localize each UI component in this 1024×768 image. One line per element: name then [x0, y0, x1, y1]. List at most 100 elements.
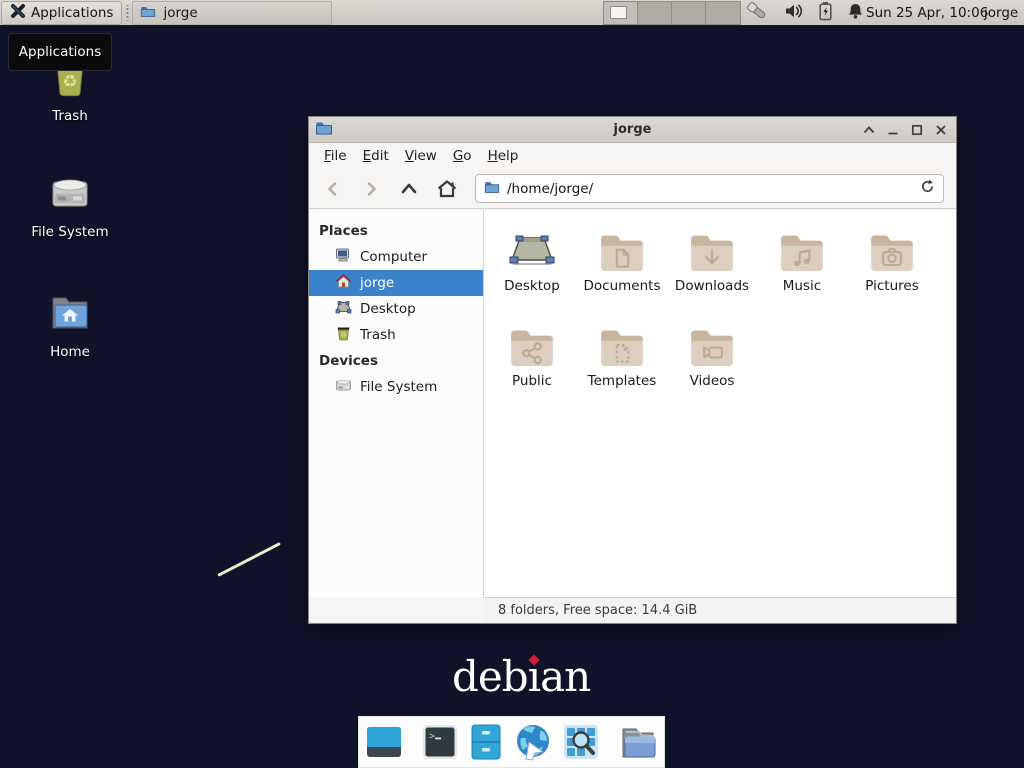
file-manager-window: jorge File Edit View Go Help [308, 116, 957, 624]
up-button[interactable] [393, 174, 425, 204]
close-button[interactable] [933, 123, 948, 138]
music-folder-icon [757, 218, 847, 274]
file-item-public[interactable]: Public [487, 313, 577, 397]
window-titlebar[interactable]: jorge [309, 117, 956, 143]
desktop-icon-home[interactable]: Home [15, 288, 125, 360]
location-bar[interactable]: /home/jorge/ [475, 174, 944, 203]
panel-clock[interactable]: Sun 25 Apr, 10:06 [866, 0, 988, 26]
file-label: Videos [667, 373, 757, 389]
workspace-3[interactable] [672, 2, 706, 24]
file-item-videos[interactable]: Videos [667, 313, 757, 397]
file-label: Templates [577, 373, 667, 389]
menubar: File Edit View Go Help [309, 143, 956, 169]
panel-username[interactable]: jorge [984, 0, 1018, 26]
harddrive-icon [335, 377, 352, 397]
app-finder-launcher[interactable] [562, 722, 600, 762]
desktop-icon-label: Trash [15, 108, 125, 124]
taskbar-window-button[interactable]: jorge [132, 1, 332, 25]
window-panes: Places Computer jorge Desktop [309, 210, 956, 597]
maximize-button[interactable] [909, 123, 924, 138]
desktop-icon [487, 218, 577, 274]
applications-tooltip: Applications [8, 33, 112, 71]
pictures-folder-icon [847, 218, 937, 274]
menu-view[interactable]: View [397, 144, 445, 168]
home-icon [335, 273, 352, 293]
menu-edit[interactable]: Edit [355, 144, 397, 168]
file-label: Documents [577, 278, 667, 294]
tray-tool-icon[interactable] [744, 0, 770, 26]
debian-logo-text: deb [452, 652, 528, 701]
file-item-desktop[interactable]: Desktop [487, 218, 577, 302]
location-folder-icon [484, 179, 500, 199]
file-item-downloads[interactable]: Downloads [667, 218, 757, 302]
home-folder-icon [15, 288, 125, 338]
file-item-music[interactable]: Music [757, 218, 847, 302]
templates-folder-icon [577, 313, 667, 369]
svg-text:♻: ♻ [62, 72, 77, 92]
file-label: Desktop [487, 278, 577, 294]
places-header: Places [309, 218, 483, 244]
sidebar-item-filesystem[interactable]: File System [309, 374, 483, 400]
sidebar-item-desktop[interactable]: Desktop [309, 296, 483, 322]
statusbar: 8 folders, Free space: 14.4 GiB [484, 597, 956, 623]
file-item-templates[interactable]: Templates [577, 313, 667, 397]
applications-menu-button[interactable]: Applications [1, 1, 122, 25]
show-desktop-button[interactable] [365, 722, 403, 762]
sidebar: Places Computer jorge Desktop [309, 210, 484, 597]
forward-button[interactable] [355, 174, 387, 204]
file-manager-launcher[interactable] [468, 722, 504, 762]
workspace-switcher[interactable] [603, 1, 741, 25]
desktop-icon-label: File System [15, 224, 125, 240]
menu-file[interactable]: File [316, 144, 355, 168]
workspace-4[interactable] [706, 2, 740, 24]
documents-folder-icon [577, 218, 667, 274]
file-label: Pictures [847, 278, 937, 294]
back-button[interactable] [317, 174, 349, 204]
web-browser-launcher[interactable] [513, 722, 553, 762]
reload-icon[interactable] [920, 179, 935, 198]
minimize-button[interactable] [885, 123, 900, 138]
svg-text:>: > [429, 731, 435, 742]
taskbar-window-label: jorge [163, 5, 197, 21]
menu-help[interactable]: Help [480, 144, 527, 168]
file-item-documents[interactable]: Documents [577, 218, 667, 302]
sidebar-item-computer[interactable]: Computer [309, 244, 483, 270]
workspace-1[interactable] [604, 2, 638, 24]
shade-button[interactable] [861, 123, 876, 138]
sidebar-item-label: Desktop [360, 301, 416, 317]
home-button[interactable] [431, 174, 463, 204]
dock-panel: > [358, 716, 665, 768]
menu-go[interactable]: Go [445, 144, 480, 168]
location-path[interactable]: /home/jorge/ [507, 181, 913, 197]
status-text: 8 folders, Free space: 14.4 GiB [498, 603, 697, 618]
sidebar-item-label: Computer [360, 249, 427, 265]
trash-icon: ♻ [335, 325, 352, 345]
workspace-2[interactable] [638, 2, 672, 24]
panel-handle[interactable] [124, 5, 130, 21]
folder-icon [140, 3, 156, 23]
debian-logo: debıan [452, 652, 590, 701]
notifications-bell-icon[interactable] [847, 2, 864, 25]
videos-folder-icon [667, 313, 757, 369]
devices-header: Devices [309, 348, 483, 374]
file-item-pictures[interactable]: Pictures [847, 218, 937, 302]
harddrive-icon [15, 168, 125, 218]
workspace-window-thumb [610, 6, 627, 19]
sidebar-item-home[interactable]: jorge [309, 270, 483, 296]
downloads-folder-icon [667, 218, 757, 274]
sidebar-item-label: File System [360, 379, 437, 395]
battery-icon[interactable] [818, 1, 833, 25]
desktop-icon-label: Home [15, 344, 125, 360]
sidebar-item-label: Trash [360, 327, 396, 343]
file-view[interactable]: Desktop Documents [484, 210, 956, 597]
cursor-trail [217, 542, 281, 577]
desktop-icon-filesystem[interactable]: File System [15, 168, 125, 240]
file-label: Public [487, 373, 577, 389]
directory-launcher[interactable] [618, 722, 658, 762]
file-label: Music [757, 278, 847, 294]
sidebar-item-trash[interactable]: ♻ Trash [309, 322, 483, 348]
volume-icon[interactable] [784, 2, 804, 24]
sidebar-item-label: jorge [360, 275, 394, 291]
terminal-launcher[interactable]: > [421, 722, 459, 762]
applications-menu-label: Applications [31, 5, 113, 21]
